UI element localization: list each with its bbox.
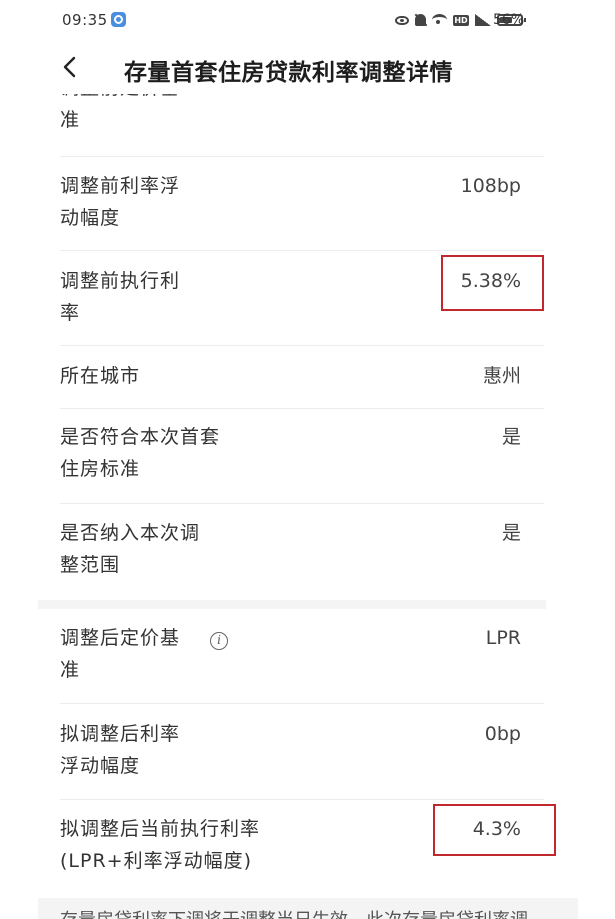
row-value: 惠州 — [482, 365, 521, 387]
footer-note: 存量房贷利率下调将于调整当日生效，此次存量房贷利率调 — [38, 898, 578, 919]
hd-icon: HD — [453, 14, 469, 26]
row-rate-float-after: 拟调整后利率浮动幅度 0bp — [60, 718, 545, 788]
row-label: 拟调整后当前执行利率(LPR+利率浮动幅度) — [60, 818, 261, 872]
divider — [60, 703, 544, 704]
row-value: 0bp — [484, 723, 521, 745]
divider — [60, 503, 544, 504]
divider — [60, 408, 544, 409]
info-icon[interactable]: i — [210, 632, 228, 650]
row-clip: 调整前定价基准 LPR — [0, 94, 615, 152]
row-value: LPR — [485, 627, 521, 649]
app-notification-icon — [111, 12, 126, 27]
wifi-icon — [432, 14, 447, 26]
back-arrow-icon[interactable] — [60, 56, 82, 78]
row-first-home-standard: 是否符合本次首套住房标准 是 — [60, 421, 545, 491]
divider — [60, 345, 544, 346]
footer-text: 存量房贷利率下调将于调整当日生效，此次存量房贷利率调 — [60, 906, 528, 919]
row-value: 108bp — [460, 175, 521, 197]
eye-icon — [395, 15, 409, 25]
battery-percent: 56% — [493, 12, 525, 28]
divider — [60, 799, 544, 800]
status-bar: 09:35 HD 56% — [0, 0, 615, 40]
row-pricing-basis-after: 调整后定价基准 LPR — [60, 622, 545, 692]
row-label: 调整前定价基准 — [60, 94, 179, 131]
row-label: 是否纳入本次调整范围 — [60, 522, 201, 576]
row-rate-float-before: 调整前利率浮动幅度 108bp — [60, 170, 545, 240]
divider — [60, 250, 544, 251]
row-label: 拟调整后利率浮动幅度 — [60, 723, 181, 777]
row-value: LPR — [486, 94, 521, 104]
row-label: 调整前利率浮动幅度 — [60, 175, 181, 229]
signal-icon — [475, 14, 491, 26]
row-adjustment-scope: 是否纳入本次调整范围 是 — [60, 517, 545, 587]
header-bar: 存量首套住房贷款利率调整详情 — [0, 40, 615, 94]
divider — [60, 156, 544, 157]
row-label: 调整前执行利率 — [60, 270, 181, 324]
row-label: 所在城市 — [60, 365, 141, 387]
row-pricing-basis-before: 调整前定价基准 LPR — [60, 94, 545, 152]
row-label: 调整后定价基准 — [60, 627, 181, 681]
row-value: 是 — [501, 426, 521, 448]
row-city: 所在城市 惠州 — [60, 360, 545, 400]
row-value: 是 — [501, 522, 521, 544]
page-title: 存量首套住房贷款利率调整详情 — [124, 60, 453, 86]
row-label: 是否符合本次首套住房标准 — [60, 426, 221, 480]
highlight-box — [441, 255, 544, 311]
section-separator — [38, 600, 546, 609]
highlight-box — [433, 804, 556, 856]
status-time: 09:35 — [62, 11, 108, 29]
mute-bell-icon — [415, 14, 426, 26]
